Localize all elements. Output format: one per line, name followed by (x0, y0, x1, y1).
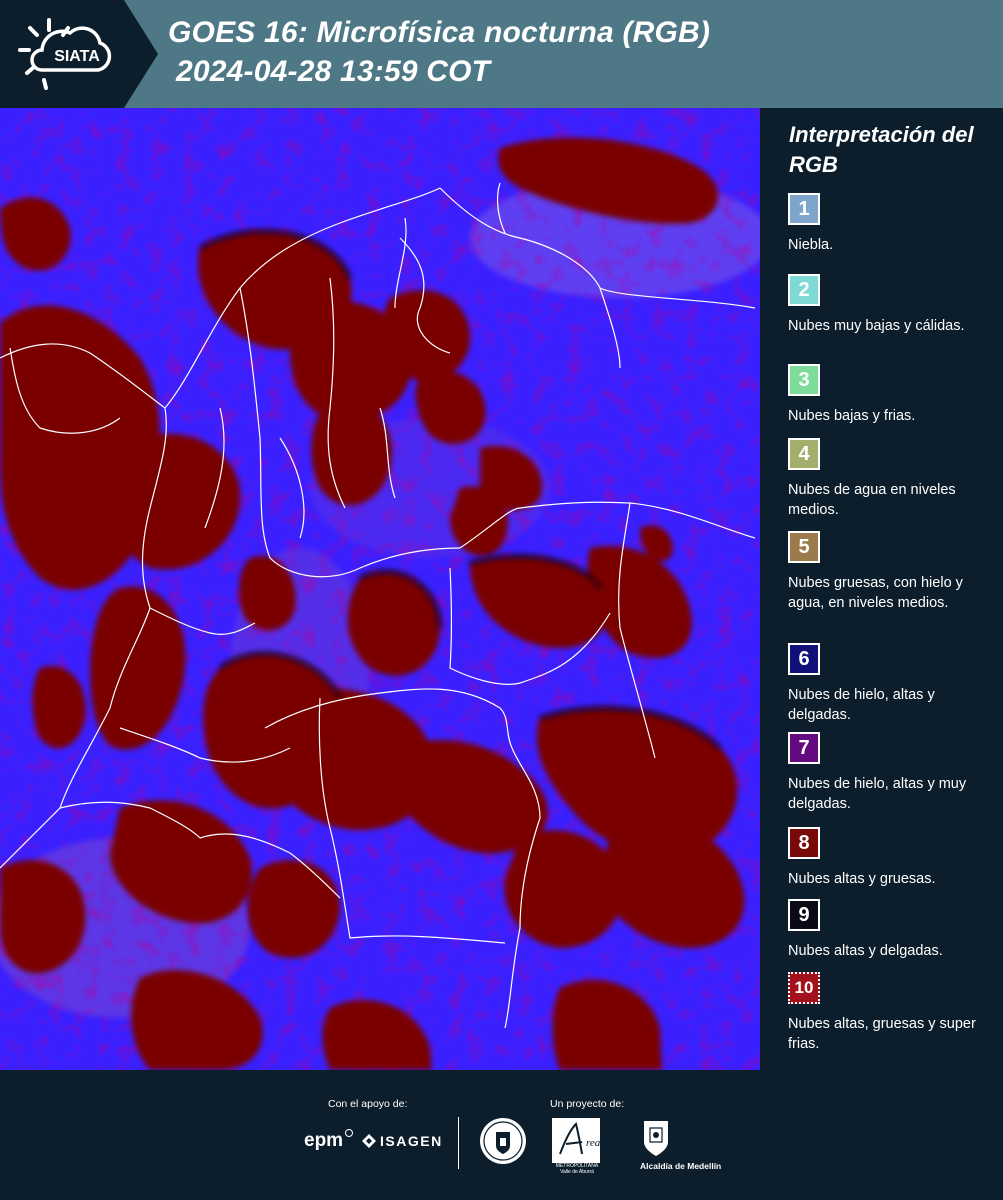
legend-swatch-1: 1 (788, 193, 820, 225)
satellite-rgb-map-icon (0, 108, 760, 1070)
legend-swatch-9: 9 (788, 899, 820, 931)
legend-swatch-5: 5 (788, 531, 820, 563)
legend-swatch-10: 10 (788, 972, 820, 1004)
legend-label-2: Nubes muy bajas y cálidas. (788, 318, 965, 334)
university-seal-icon (480, 1118, 526, 1164)
legend-label-5: Nubes gruesas, con hielo y agua, en nive… (788, 575, 963, 611)
legend-label-4: Nubes de agua en niveles medios. (788, 482, 956, 518)
legend-item-1: 1 Niebla. (788, 193, 998, 255)
legend-swatch-2: 2 (788, 274, 820, 306)
legend-panel: Interpretación del RGB 1 Niebla. 2 Nubes… (760, 108, 1003, 1070)
legend-item-5: 5 Nubes gruesas, con hielo y agua, en ni… (788, 531, 998, 613)
footer-bar: Con el apoyo de: Un proyecto de: epm ISA… (0, 1070, 1003, 1200)
legend-item-10: 10 Nubes altas, gruesas y super frias. (788, 972, 998, 1054)
project-caption: Un proyecto de: (550, 1098, 625, 1110)
legend-item-9: 9 Nubes altas y delgadas. (788, 899, 998, 961)
legend-swatch-3: 3 (788, 364, 820, 396)
legend-label-10: Nubes altas, gruesas y super frias. (788, 1016, 976, 1052)
amva-logo-icon: rea (552, 1118, 600, 1163)
legend-title: Interpretación del RGB (789, 122, 974, 177)
legend-item-4: 4 Nubes de agua en niveles medios. (788, 438, 998, 520)
legend-label-6: Nubes de hielo, altas y delgadas. (788, 687, 935, 723)
legend-item-3: 3 Nubes bajas y frias. (788, 364, 998, 426)
legend-label-9: Nubes altas y delgadas. (788, 943, 943, 959)
title-product: GOES 16: Microfísica nocturna (RGB) (168, 16, 711, 49)
epm-mark-icon (345, 1129, 353, 1137)
svg-text:rea: rea (586, 1137, 600, 1149)
header-bar: SIATA GOES 16: Microfísica nocturna (RGB… (0, 0, 1003, 108)
logo-text: SIATA (54, 48, 100, 65)
legend-label-1: Niebla. (788, 237, 834, 253)
legend-swatch-6: 6 (788, 643, 820, 675)
epm-logo: epm (304, 1130, 344, 1151)
legend-label-3: Nubes bajas y frias. (788, 408, 916, 424)
legend-item-6: 6 Nubes de hielo, altas y delgadas. (788, 643, 998, 725)
legend-item-2: 2 Nubes muy bajas y cálidas. (788, 274, 998, 336)
legend-label-7: Nubes de hielo, altas y muy delgadas. (788, 776, 967, 812)
legend-swatch-7: 7 (788, 732, 820, 764)
legend-item-8: 8 Nubes altas y gruesas. (788, 827, 998, 889)
legend-item-7: 7 Nubes de hielo, altas y muy delgadas. (788, 732, 998, 814)
footer-divider (458, 1117, 459, 1169)
legend-swatch-4: 4 (788, 438, 820, 470)
alcaldia-shield-icon (644, 1121, 668, 1156)
isagen-mark-icon (362, 1134, 376, 1148)
legend-swatch-8: 8 (788, 827, 820, 859)
legend-label-8: Nubes altas y gruesas. (788, 871, 936, 887)
amva-label: METROPOLITANA Valle de Aburrá (555, 1163, 599, 1175)
satellite-map (0, 108, 760, 1070)
isagen-logo: ISAGEN (380, 1133, 443, 1149)
title-timestamp: 2024-04-28 13:59 COT (176, 55, 491, 88)
siata-logo-panel: SIATA (0, 0, 158, 108)
alcaldia-label: Alcaldía de Medellín (640, 1161, 722, 1171)
support-caption: Con el apoyo de: (328, 1098, 408, 1110)
